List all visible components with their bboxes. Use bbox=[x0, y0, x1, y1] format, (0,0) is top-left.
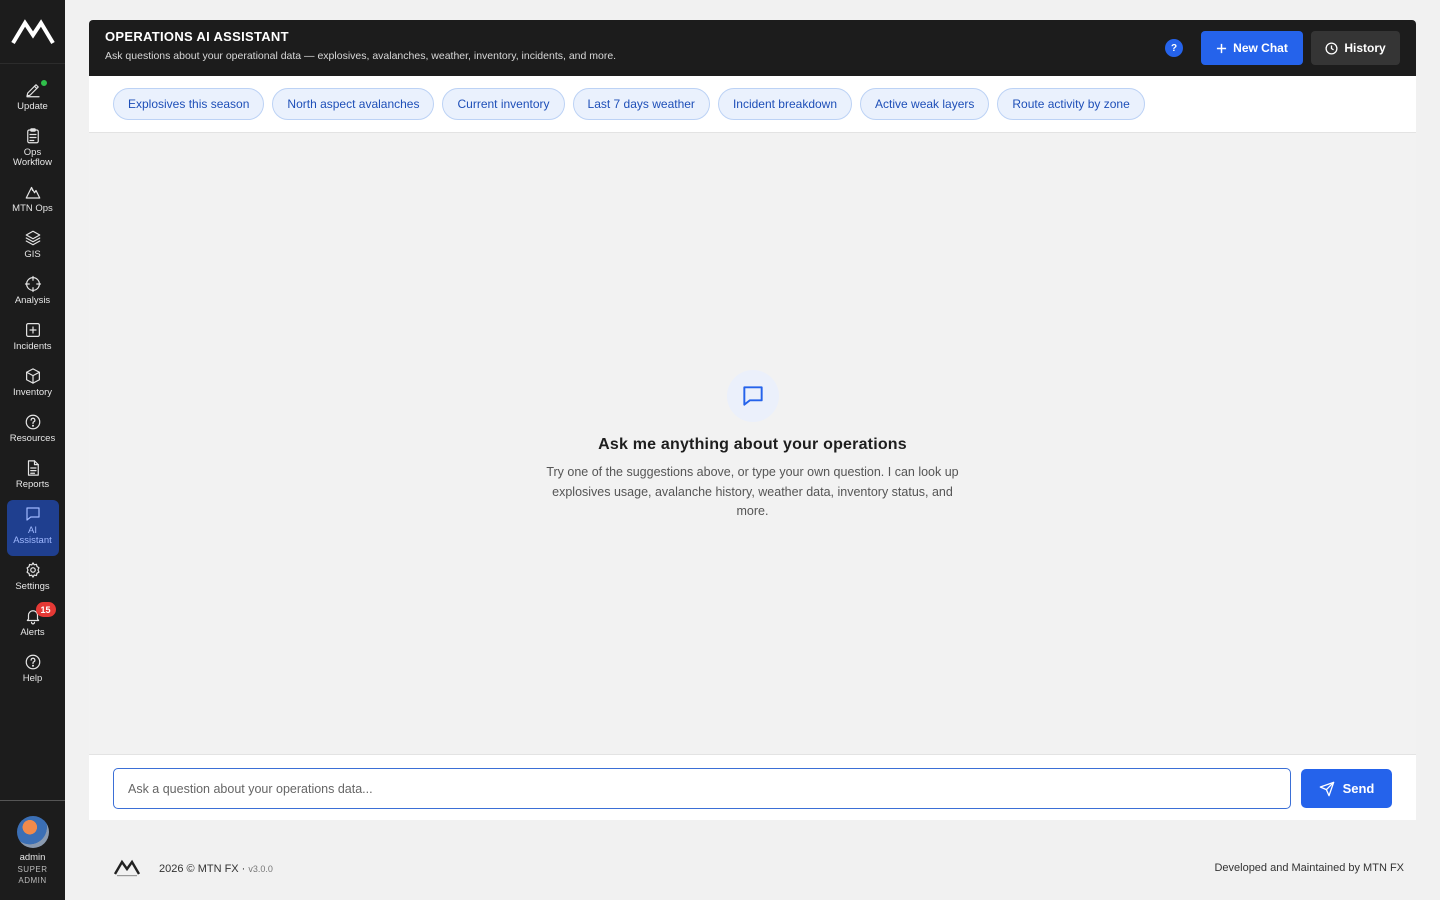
chat-icon bbox=[726, 370, 779, 422]
footer-version: v3.0.0 bbox=[248, 864, 273, 874]
sidebar: Update Ops Workflow MTN Ops GIS Analysis Inci… bbox=[0, 0, 65, 900]
empty-state-text: Try one of the suggestions above, or typ… bbox=[546, 465, 959, 518]
chat-area: Ask me anything about your operations Tr… bbox=[89, 133, 1416, 754]
send-icon bbox=[1319, 781, 1334, 796]
mtn-logo-mark bbox=[10, 18, 55, 44]
sidebar-item-reports[interactable]: Reports bbox=[7, 454, 59, 500]
user-role: SUPER ADMIN bbox=[17, 865, 48, 885]
suggestion-chip[interactable]: Incident breakdown bbox=[717, 88, 853, 120]
sidebar-item-alerts[interactable]: Alerts 15 bbox=[7, 602, 59, 648]
sidebar-item-ai-assistant[interactable]: AI Assistant bbox=[6, 500, 59, 556]
new-chat-button[interactable]: New Chat bbox=[1201, 31, 1303, 65]
sidebar-item-analysis[interactable]: Analysis bbox=[7, 270, 59, 316]
history-label: History bbox=[1344, 41, 1386, 55]
sidebar-item-label: Ops Workflow bbox=[13, 147, 52, 168]
sidebar-item-label: AI Assistant bbox=[13, 525, 52, 546]
clipboard-icon bbox=[23, 126, 43, 146]
sidebar-item-label: MTN Ops bbox=[12, 203, 53, 214]
sidebar-item-help[interactable]: Help bbox=[7, 648, 59, 694]
footer-logo bbox=[113, 859, 141, 877]
mtn-logo[interactable] bbox=[0, 0, 65, 64]
plus-icon bbox=[1217, 43, 1227, 53]
footer: 2026 © MTN FX · v3.0.0 Developed and Mai… bbox=[89, 840, 1416, 896]
suggestion-chip[interactable]: Active weak layers bbox=[860, 88, 990, 120]
chat-icon bbox=[23, 504, 43, 524]
sidebar-item-label: Reports bbox=[15, 479, 50, 490]
sidebar-item-incidents[interactable]: Incidents bbox=[7, 316, 59, 362]
send-label: Send bbox=[1342, 781, 1375, 796]
sidebar-item-label: Analysis bbox=[14, 295, 51, 306]
suggestion-chip[interactable]: Current inventory bbox=[442, 88, 565, 120]
page-header: OPERATIONS AI ASSISTANT Ask questions ab… bbox=[89, 20, 1416, 76]
help-icon[interactable]: ? bbox=[1165, 39, 1183, 57]
header-actions: ? New Chat History bbox=[1165, 31, 1400, 65]
sidebar-item-label: Inventory bbox=[12, 387, 53, 398]
suggestion-chip[interactable]: Explosives this season bbox=[113, 88, 265, 120]
composer: Send bbox=[89, 754, 1416, 820]
sidebar-nav: Update Ops Workflow MTN Ops GIS Analysis Inci… bbox=[0, 64, 65, 694]
user-profile[interactable]: admin SUPER ADMIN bbox=[0, 800, 65, 900]
footer-copyright: 2026 © MTN FX · bbox=[159, 863, 249, 875]
empty-state: Ask me anything about your operations Tr… bbox=[89, 370, 1416, 522]
sidebar-item-ops-workflow[interactable]: Ops Workflow bbox=[7, 122, 59, 178]
suggestion-chip[interactable]: Route activity by zone bbox=[997, 88, 1145, 120]
sidebar-item-update[interactable]: Update bbox=[7, 76, 59, 122]
plus-square-icon bbox=[23, 320, 43, 340]
clock-icon bbox=[1325, 41, 1338, 55]
status-dot bbox=[39, 79, 48, 87]
help-circle-icon bbox=[23, 652, 43, 672]
user-name: admin bbox=[19, 852, 46, 863]
crosshair-icon bbox=[23, 274, 43, 294]
suggestion-bar: Explosives this season North aspect avala… bbox=[89, 76, 1416, 133]
document-icon bbox=[23, 458, 43, 478]
question-input[interactable] bbox=[113, 768, 1291, 809]
sidebar-item-gis[interactable]: GIS bbox=[7, 224, 59, 270]
mountain-icon bbox=[23, 182, 43, 202]
question-circle-icon bbox=[23, 412, 43, 432]
sidebar-item-settings[interactable]: Settings bbox=[7, 556, 59, 602]
sidebar-item-inventory[interactable]: Inventory bbox=[7, 362, 59, 408]
layers-icon bbox=[23, 228, 43, 248]
sidebar-item-label: Update bbox=[17, 101, 48, 112]
sidebar-item-label: Incidents bbox=[13, 341, 52, 352]
suggestion-chip[interactable]: North aspect avalanches bbox=[272, 88, 435, 120]
sidebar-item-label: Resources bbox=[9, 433, 56, 444]
box-icon bbox=[23, 366, 43, 386]
gear-icon bbox=[23, 560, 43, 580]
sidebar-item-mtn-ops[interactable]: MTN Ops bbox=[7, 178, 59, 224]
sidebar-item-resources[interactable]: Resources bbox=[7, 408, 59, 454]
avatar[interactable] bbox=[16, 816, 49, 848]
alerts-count-badge: 15 bbox=[35, 602, 56, 617]
sidebar-item-label: Settings bbox=[15, 581, 50, 592]
new-chat-label: New Chat bbox=[1233, 41, 1288, 55]
empty-state-title: Ask me anything about your operations bbox=[598, 436, 907, 453]
suggestion-chip[interactable]: Last 7 days weather bbox=[572, 88, 710, 120]
send-button[interactable]: Send bbox=[1301, 769, 1392, 808]
footer-credit: Developed and Maintained by MTN FX bbox=[1214, 862, 1404, 874]
history-button[interactable]: History bbox=[1311, 31, 1400, 65]
sidebar-item-label: Help bbox=[22, 673, 43, 684]
sidebar-item-label: GIS bbox=[24, 249, 41, 260]
sidebar-item-label: Alerts bbox=[20, 627, 45, 638]
